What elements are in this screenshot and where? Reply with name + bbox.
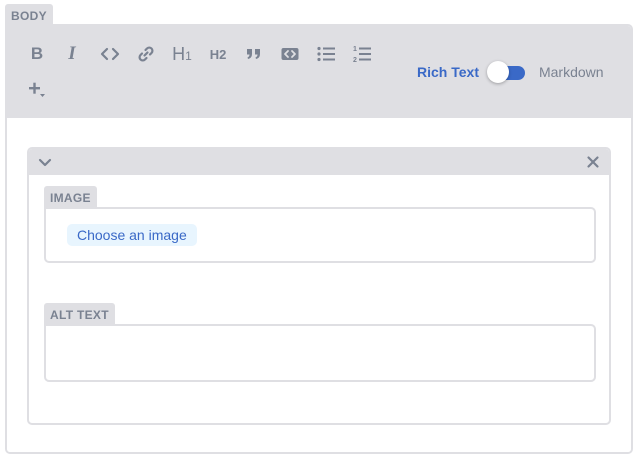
markdown-label[interactable]: Markdown [539,64,604,80]
heading-one-button[interactable]: H1 [167,41,197,67]
image-widget: IMAGE Choose an image ALT TEXT [27,147,611,425]
mode-switch[interactable] [486,61,527,83]
numbered-list-icon: 1 2 [353,46,371,64]
image-widget-header [29,149,609,175]
close-icon[interactable] [585,154,601,170]
image-field-label: IMAGE [44,186,97,208]
editor-mode-toggle: Rich Text Markdown [417,60,604,84]
svg-text:1: 1 [353,46,357,53]
bold-icon: B [30,44,44,63]
alt-text-input[interactable] [44,324,596,382]
body-editor: B I H1 H2 1 2 Rich Text Markdown IMAGE C… [5,24,633,454]
editor-toolbar: B I H1 H2 1 2 Rich Text Markdown [7,26,631,118]
alt-text-field-label: ALT TEXT [44,303,115,325]
code-button[interactable] [95,41,125,67]
bulleted-list-button[interactable] [311,41,341,67]
choose-image-button[interactable]: Choose an image [67,224,197,246]
code-icon [100,47,120,61]
quote-button[interactable] [239,41,269,67]
code-block-button[interactable] [275,41,305,67]
heading-two-button[interactable]: H2 [203,41,233,67]
rich-text-label[interactable]: Rich Text [417,64,479,80]
body-field-label: BODY [5,4,53,26]
chevron-down-icon[interactable] [37,154,53,170]
italic-icon: I [68,43,76,64]
numbered-list-button[interactable]: 1 2 [347,41,377,67]
quote-icon [247,49,260,59]
italic-button[interactable]: I [57,41,87,67]
code-block-icon [281,48,299,60]
link-button[interactable] [131,41,161,67]
mode-switch-knob [486,61,509,83]
editor-content[interactable]: IMAGE Choose an image ALT TEXT [7,118,631,452]
image-field: Choose an image [44,207,596,263]
svg-text:2: 2 [353,57,357,64]
bulleted-list-icon [317,46,335,62]
bold-button[interactable]: B [22,41,52,67]
plus-dropdown-icon [29,82,45,97]
heading-two-icon: H2 [209,46,227,62]
heading-one-icon: H1 [172,43,192,64]
link-icon [138,46,154,62]
add-component-button[interactable] [22,77,52,103]
